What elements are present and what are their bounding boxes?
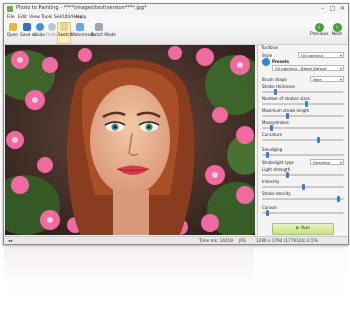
stroke-thickness-label: Stroke thickness (262, 84, 295, 89)
next-label: Next (331, 32, 343, 37)
stroke-thickness-slider[interactable] (262, 89, 344, 95)
undo-button[interactable]: Undo (34, 23, 45, 43)
light-strength-slider[interactable] (262, 172, 344, 178)
batch-mode-button[interactable]: Batch Mode (91, 23, 116, 43)
slider-thumb[interactable] (285, 113, 289, 119)
image-canvas[interactable] (5, 45, 255, 235)
menu-edit[interactable]: Edit (18, 15, 27, 20)
slider-thumb[interactable] (273, 89, 277, 95)
style-value: Oil painting (301, 53, 323, 58)
menu-help[interactable]: Help (76, 15, 86, 20)
slider-thumb[interactable] (265, 152, 269, 158)
open-button[interactable]: Open (6, 23, 19, 43)
app-window: Photo to Painting - ****\Images\test\ver… (3, 3, 349, 245)
preset-value: Oil painting - Detail Default (275, 66, 327, 71)
minimize-button[interactable]: – (318, 4, 327, 13)
preset-select[interactable]: Oil painting - Detail Default (272, 65, 344, 71)
presets-label: Presets (272, 59, 290, 64)
brush-shape-value: Nine (313, 77, 322, 82)
maximum-stroke-length-slider[interactable] (262, 113, 344, 119)
redo-icon (47, 23, 56, 31)
slider-thumb[interactable] (301, 184, 305, 190)
watermark-label: Watermark (71, 32, 95, 37)
watermark-button[interactable]: Watermark (71, 23, 95, 43)
stroke-light-type-label: Strokelight type (262, 160, 294, 165)
save-icon (22, 23, 31, 31)
canvas-slider[interactable] (262, 210, 344, 216)
stroke-light-type-value: Direction (313, 160, 331, 165)
slider-thumb[interactable] (337, 196, 341, 202)
batch-icon (95, 23, 103, 31)
painted-portrait (5, 45, 255, 235)
folder-open-icon (8, 23, 17, 31)
slider-thumb[interactable] (317, 137, 321, 143)
previous-label: Previous (310, 32, 329, 37)
redo-button[interactable]: Redo (46, 23, 57, 43)
number-of-strokes-slider[interactable] (262, 101, 344, 107)
sketch-label: Sketch (58, 32, 73, 37)
intensity-label: Intensity (262, 179, 280, 184)
run-label: Run (301, 226, 310, 231)
stroke-density-label: Stroke density (262, 191, 291, 196)
app-icon (7, 6, 13, 12)
menu-bar: File Edit View Tools Sel/Util/Help Help (4, 14, 348, 22)
undo-label: Undo (34, 32, 45, 37)
smudging-slider[interactable] (262, 152, 344, 158)
undo-icon (35, 23, 44, 31)
slider-thumb[interactable] (269, 125, 273, 131)
slider-thumb[interactable] (305, 101, 309, 107)
brush-shape-label: Brush shape (262, 77, 287, 82)
curvature-label: Curvature (262, 132, 282, 137)
intensity-slider[interactable] (262, 184, 344, 190)
sketch-button[interactable]: Sketch (57, 22, 73, 44)
maximize-button[interactable]: □ (328, 4, 337, 13)
stroke-light-type-select[interactable]: Direction (310, 159, 344, 165)
batch-mode-label: Batch Mode (91, 32, 116, 37)
slider-thumb[interactable] (265, 210, 269, 216)
stroke-density-slider[interactable] (262, 196, 344, 202)
curvature-slider[interactable] (262, 137, 344, 143)
close-button[interactable]: ✕ (338, 4, 347, 13)
save-as-button[interactable]: Save as.. (20, 23, 40, 43)
menu-view[interactable]: View (29, 15, 40, 20)
number-of-strokes-label: Number of strokes sizes (262, 96, 310, 101)
next-button[interactable]: › Next (328, 23, 346, 37)
open-label: Open (6, 32, 19, 37)
previous-button[interactable]: ‹ Previous (310, 23, 329, 37)
menu-file[interactable]: File (7, 15, 15, 20)
menu-tools[interactable]: Tools (41, 15, 52, 20)
brush-shape-select[interactable]: Nine (310, 76, 344, 82)
preset-icon (262, 58, 270, 66)
toolbox-title: Toolbox (261, 46, 279, 51)
arrow-left-icon: ‹ (314, 23, 324, 32)
messy-label: Messystrokes (262, 120, 289, 125)
toolbox-panel: Toolbox Style Oil painting Presets Oil p… (257, 45, 348, 235)
messy-slider[interactable] (262, 125, 344, 131)
run-button[interactable]: ▶ Run (272, 223, 334, 235)
reflection-fade (0, 243, 350, 315)
toolbar: Open Save as.. Undo Redo Sketch Watermar… (4, 22, 348, 45)
canvas-label: Canvas (262, 205, 277, 210)
window-title: Photo to Painting - ****\Images\test\ver… (16, 5, 147, 11)
watermark-icon (76, 23, 84, 31)
style-select[interactable]: Oil painting (298, 52, 344, 58)
save-as-label: Save as.. (20, 32, 40, 37)
redo-label: Redo (46, 32, 57, 37)
sketch-icon (60, 23, 68, 31)
arrow-right-icon: › (332, 23, 342, 32)
smudging-label: Smudging (262, 147, 283, 152)
slider-thumb[interactable] (285, 172, 289, 178)
